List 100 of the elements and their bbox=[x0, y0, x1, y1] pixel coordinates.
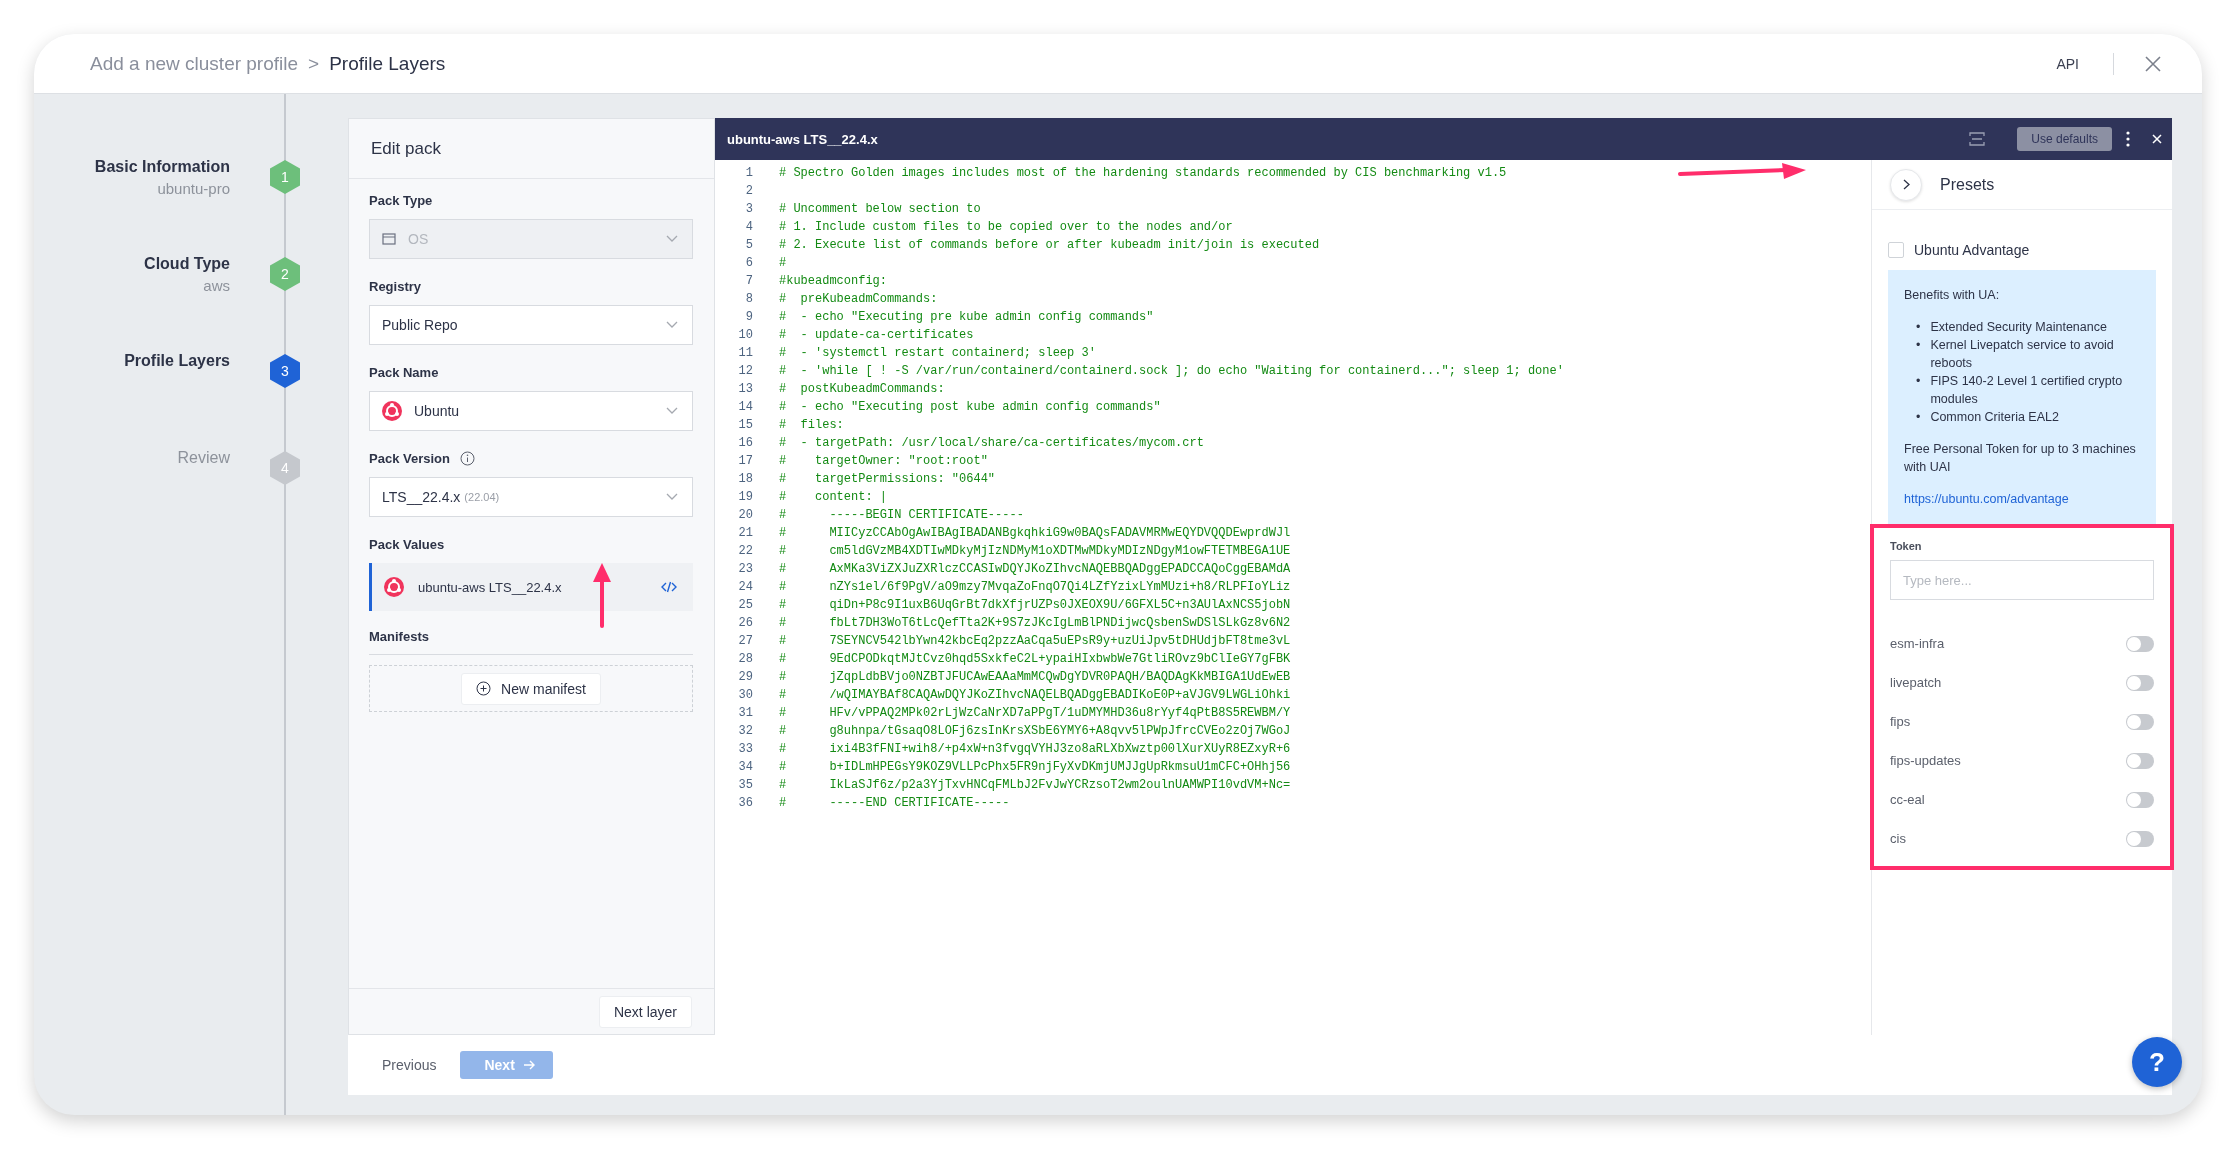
code-line: # targetOwner: "root:root" bbox=[779, 454, 988, 468]
close-icon bbox=[2144, 54, 2162, 73]
field-label: Registry bbox=[369, 278, 422, 294]
checkbox[interactable] bbox=[1888, 242, 1904, 258]
step-number: 3 bbox=[270, 354, 300, 388]
line-number: 8 bbox=[744, 292, 753, 306]
code-line: # -----BEGIN CERTIFICATE----- bbox=[779, 508, 1024, 522]
code-line: # b+IDLmHPEGsY9KOZ9VLLPcPhx5FR9njFyXvDKmjUMJJgUpRkmsuU1mCFC+OHhj56 bbox=[779, 760, 1291, 774]
line-number: 24 bbox=[737, 580, 753, 594]
expand-button[interactable] bbox=[1890, 168, 1922, 201]
annotation-arrow bbox=[592, 562, 612, 628]
line-number: 21 bbox=[737, 526, 753, 540]
benefit-item: Common Criteria EAL2 bbox=[1930, 409, 2059, 426]
line-number: 11 bbox=[737, 346, 753, 360]
line-number: 14 bbox=[737, 400, 753, 414]
code-line: # targetPermissions: "0644" bbox=[779, 472, 996, 486]
code-line: # HFv/vPPAQ2MPk02rLjWzCaNrXD7aPPgT/1uDMYMHD36u8rYyf4qPtB8S5REWBM/Y bbox=[779, 706, 1291, 720]
code-line: # 1. Include custom files to be copied over to the nodes and/or bbox=[779, 220, 1233, 234]
line-number: 20 bbox=[737, 508, 753, 522]
info-note: Free Personal Token for up to 3 machines with UAI bbox=[1904, 441, 2137, 476]
chevron-down-icon bbox=[666, 407, 678, 415]
line-number: 4 bbox=[744, 220, 753, 234]
field-label: Pack Version bbox=[369, 450, 450, 466]
step-title[interactable]: Profile Layers bbox=[124, 352, 230, 370]
select-field[interactable]: Public Repo bbox=[369, 305, 693, 345]
step-number: 4 bbox=[270, 451, 300, 485]
previous-button[interactable]: Previous bbox=[376, 1056, 443, 1074]
benefit-item: Kernel Livepatch service to avoid reboots bbox=[1930, 337, 2115, 372]
presets-title: Presets bbox=[1940, 175, 1995, 194]
bullet-marker: • bbox=[1916, 319, 1921, 336]
field-label: Manifests bbox=[369, 629, 429, 644]
select-field[interactable]: LTS__22.4.x (22.04) bbox=[369, 477, 693, 517]
code-line: # preKubeadmCommands: bbox=[779, 292, 938, 306]
line-number: 35 bbox=[737, 778, 753, 792]
line-number: 6 bbox=[744, 256, 753, 270]
kebab-menu-icon[interactable] bbox=[2126, 131, 2130, 147]
code-icon[interactable] bbox=[661, 581, 677, 593]
chevron-down-icon bbox=[666, 235, 678, 243]
select-field[interactable]: Ubuntu bbox=[369, 391, 693, 431]
toggle-switch[interactable] bbox=[2126, 674, 2154, 691]
code-line: # cm5ldGVzMB4XDTIwMDkyMjIzNDMyM1oXDTMwMDkyMDIzNDgyM1owFTETMBEGA1UE bbox=[779, 544, 1291, 558]
step-title[interactable]: Basic Information bbox=[94, 158, 230, 176]
code-line: # ixi4B3fFNI+wih8/+p4xW+n3fvgqVYHJ3zo8aRLXbXwztp00lXurXUyR8EZxyR+6 bbox=[779, 742, 1291, 756]
code-line: # /wQIMAYBAf8CAQAwDQYJKoZIhvcNAQELBQADggEBADIKoE0P+aVJGV9LWGLiOhki bbox=[779, 688, 1291, 702]
pack-values-item[interactable]: ubuntu-aws LTS__22.4.x bbox=[369, 563, 693, 611]
code-line: # fbLt7DH3WoT6tLcQefTta2K+9S7zJKcIgLmBlPNDijwcQsbenSwDSlSLkGz8v6N2 bbox=[779, 616, 1291, 630]
code-line: # 2. Execute list of commands before or after kubeadm init/join is executed bbox=[779, 238, 1320, 252]
line-number: 10 bbox=[737, 328, 753, 342]
code-line: # 9EdCPODkqtMJtCvz0hqd5SxkfeC2L+ypaiHIxbwbWe7GtliROvz9bClIeGY7gFBK bbox=[779, 652, 1291, 666]
next-layer-button[interactable]: Next layer bbox=[598, 995, 692, 1028]
bullet-marker: • bbox=[1916, 409, 1921, 426]
code-line: # g8uhnpa/tGsaqO8LOFj6zsInKrsXSbE6YMY6+A8qvv5lPWpJfrcCVEo2zOj7WGoJ bbox=[779, 724, 1291, 738]
step-number: 2 bbox=[270, 257, 300, 291]
step-title[interactable]: Cloud Type bbox=[144, 255, 230, 273]
token-input[interactable]: Type here... bbox=[1890, 560, 2154, 600]
info-heading: Benefits with UA: bbox=[1904, 287, 2001, 304]
toggle-switch[interactable] bbox=[2126, 713, 2154, 730]
toggle-switch[interactable] bbox=[2126, 791, 2154, 808]
line-number: 29 bbox=[737, 670, 753, 684]
bullet-marker: • bbox=[1916, 373, 1921, 390]
code-line: # -----END CERTIFICATE----- bbox=[779, 796, 1010, 810]
code-line: # IkLaSJf6z/p2a3YjTxvHNCqFMLbJ2FvJwYCRzsoT2wm2oulnUAMWPI10vdVM+Nc= bbox=[779, 778, 1291, 792]
code-line: # - 'while [ ! -S /var/run/containerd/containerd.sock ]; do echo "Waiting for containerd..."; sleep 1; done' bbox=[779, 364, 1564, 378]
line-number: 34 bbox=[737, 760, 753, 774]
advantage-link[interactable]: https://ubuntu.com/advantage bbox=[1904, 490, 2069, 508]
toggle-switch[interactable] bbox=[2126, 830, 2154, 847]
line-number: 32 bbox=[737, 724, 753, 738]
collapse-icon[interactable] bbox=[1969, 132, 1986, 146]
field-label: Pack Values bbox=[369, 536, 445, 552]
checkbox-label: Ubuntu Advantage bbox=[1914, 242, 2030, 258]
code-line: # content: | bbox=[779, 490, 888, 504]
info-icon[interactable] bbox=[459, 450, 475, 466]
token-label: Token bbox=[1890, 540, 1923, 552]
api-link[interactable]: API bbox=[2032, 55, 2103, 72]
code-line: # 7SEYNCV542lbYwn42kbcEq2pzzAaCqa5uEPsR9y+uzUiJpv5tDHUdjbFT8tme3vL bbox=[779, 634, 1291, 648]
line-number: 19 bbox=[737, 490, 753, 504]
close-icon[interactable] bbox=[2152, 134, 2162, 144]
plus-circle-icon bbox=[476, 681, 492, 696]
code-line: # MIICyzCCAbOgAwIBAgIBADANBgkqhkiG9w0BAQsFADAVMRMwEQYDVQQDEwprdWJl bbox=[779, 526, 1291, 540]
toggle-switch[interactable] bbox=[2126, 635, 2154, 652]
code-line: # postKubeadmCommands: bbox=[779, 382, 945, 396]
line-number: 28 bbox=[737, 652, 753, 666]
code-line: # AxMKa3ViZXJuZXRlczCCASIwDQYJKoZIhvcNAQEBBQADggEPADCCAQoCggEBAMdA bbox=[779, 562, 1291, 576]
line-number: 31 bbox=[737, 706, 753, 720]
chevron-down-icon bbox=[666, 493, 678, 501]
code-line: # - targetPath: /usr/local/share/ca-certificates/mycom.crt bbox=[779, 436, 1204, 450]
bullet-marker: • bbox=[1916, 337, 1921, 354]
step-subtitle: aws bbox=[203, 277, 230, 294]
benefit-item: Extended Security Maintenance bbox=[1930, 319, 2107, 336]
toggle-switch[interactable] bbox=[2126, 752, 2154, 769]
code-line: # qiDn+P8c9I1uxB6UqGrBt7dkXfjrUZPs0JXEOX9U/6GFXL5C+n3AUlAxNCS5jobN bbox=[779, 598, 1291, 612]
line-number: 1 bbox=[744, 166, 753, 180]
line-number: 2 bbox=[744, 184, 753, 198]
toggle-label: fips-updates bbox=[1890, 753, 1961, 768]
use-defaults-button[interactable]: Use defaults bbox=[2017, 127, 2112, 151]
arrow-right-icon bbox=[522, 1060, 535, 1070]
new-manifest-button[interactable]: New manifest bbox=[461, 672, 601, 705]
code-line: # Uncomment below section to bbox=[779, 202, 981, 216]
code-line: # bbox=[779, 256, 787, 270]
window-icon bbox=[382, 233, 396, 245]
